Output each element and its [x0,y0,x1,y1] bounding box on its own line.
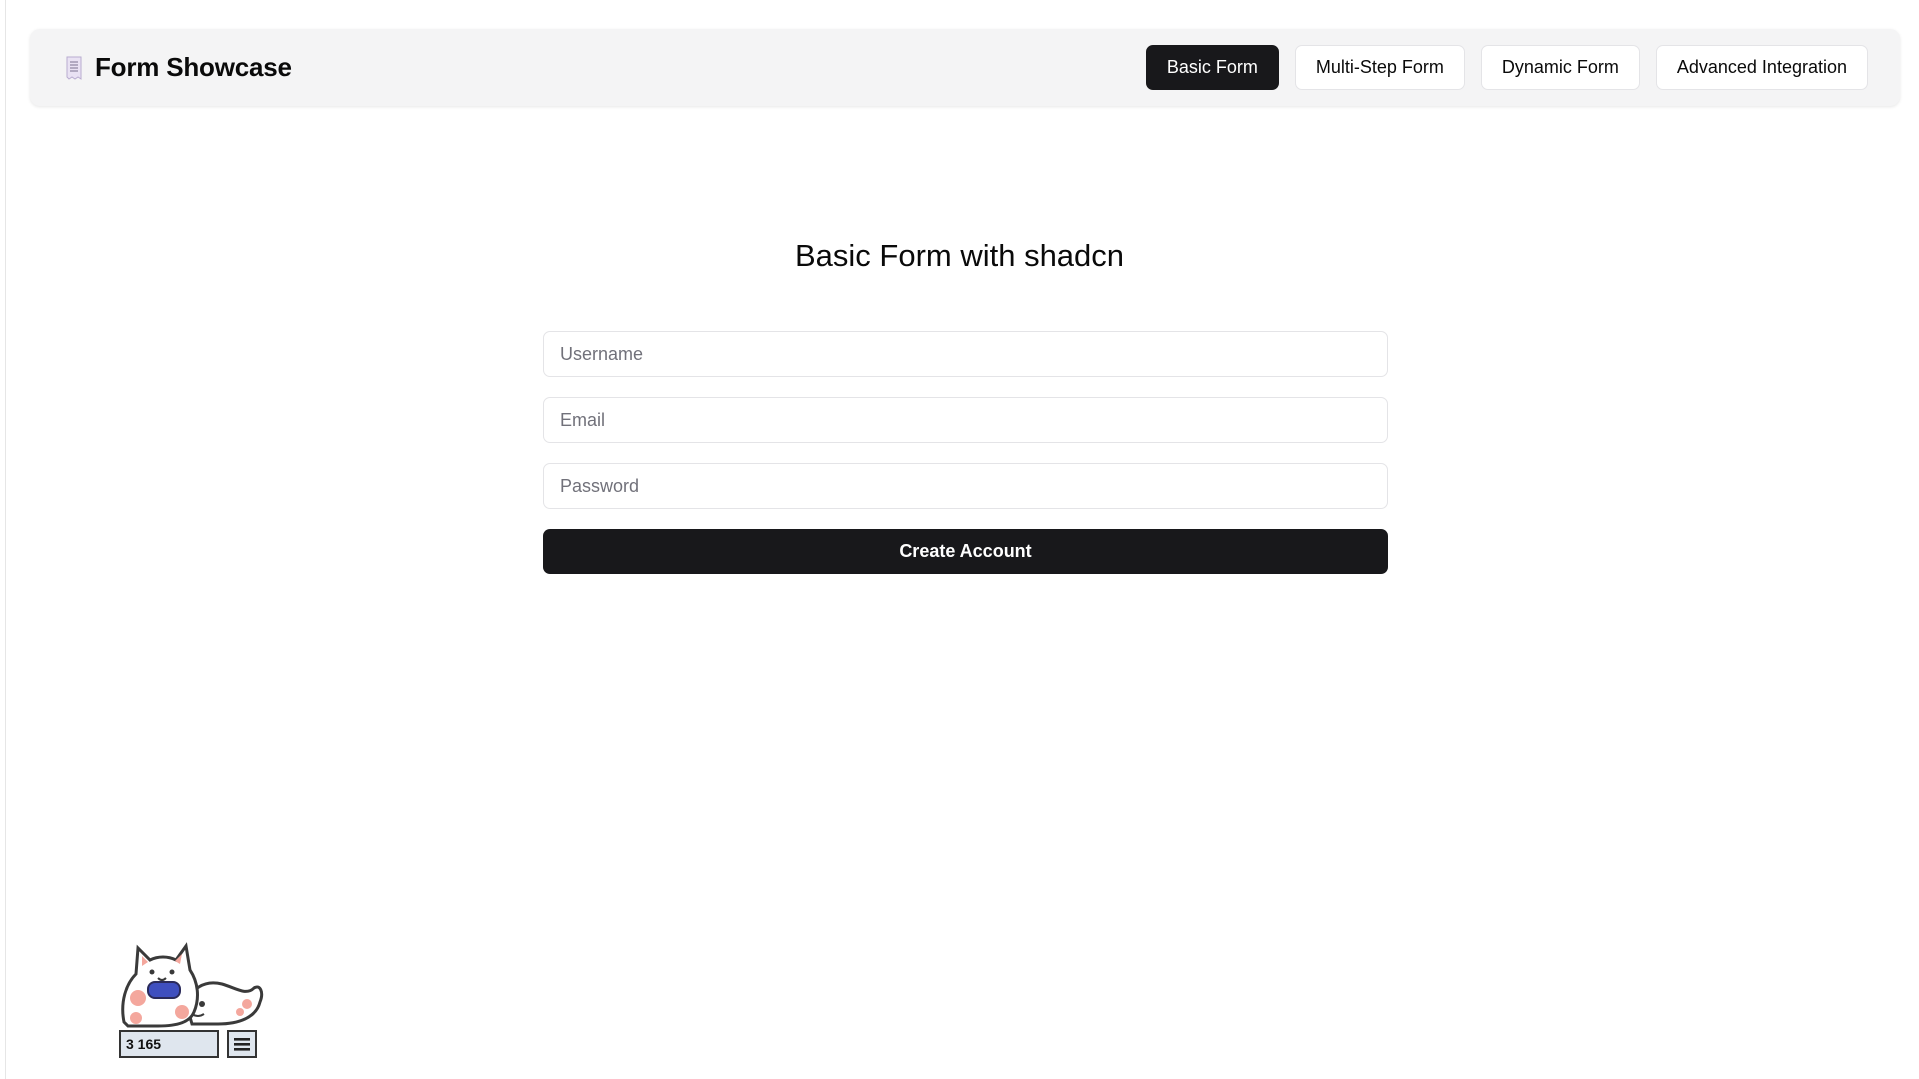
window-left-edge [0,0,6,1079]
top-header: Form Showcase Basic Form Multi-Step Form… [30,29,1900,106]
email-input[interactable] [543,397,1388,443]
nav-advanced-integration-button[interactable]: Advanced Integration [1655,45,1868,90]
nav-basic-form-button[interactable]: Basic Form [1145,45,1279,90]
nav-dynamic-form-button[interactable]: Dynamic Form [1480,45,1640,90]
password-input[interactable] [543,463,1388,509]
username-input[interactable] [543,331,1388,377]
cat-gamer-icon[interactable] [118,932,264,1028]
hamburger-icon[interactable] [227,1030,257,1058]
brand: Form Showcase [65,52,292,83]
nav-multi-step-form-button[interactable]: Multi-Step Form [1294,45,1465,90]
signup-form: Create Account [543,331,1388,574]
pet-counter: 3 165 [119,1030,219,1058]
form-title: Basic Form with shadcn [794,238,1125,273]
form-nav: Basic Form Multi-Step Form Dynamic Form … [1145,45,1868,90]
app-title: Form Showcase [95,52,292,82]
create-account-button[interactable]: Create Account [543,529,1388,574]
desktop-pet-widget: 3 165 [118,932,268,1062]
receipt-icon [65,56,83,80]
